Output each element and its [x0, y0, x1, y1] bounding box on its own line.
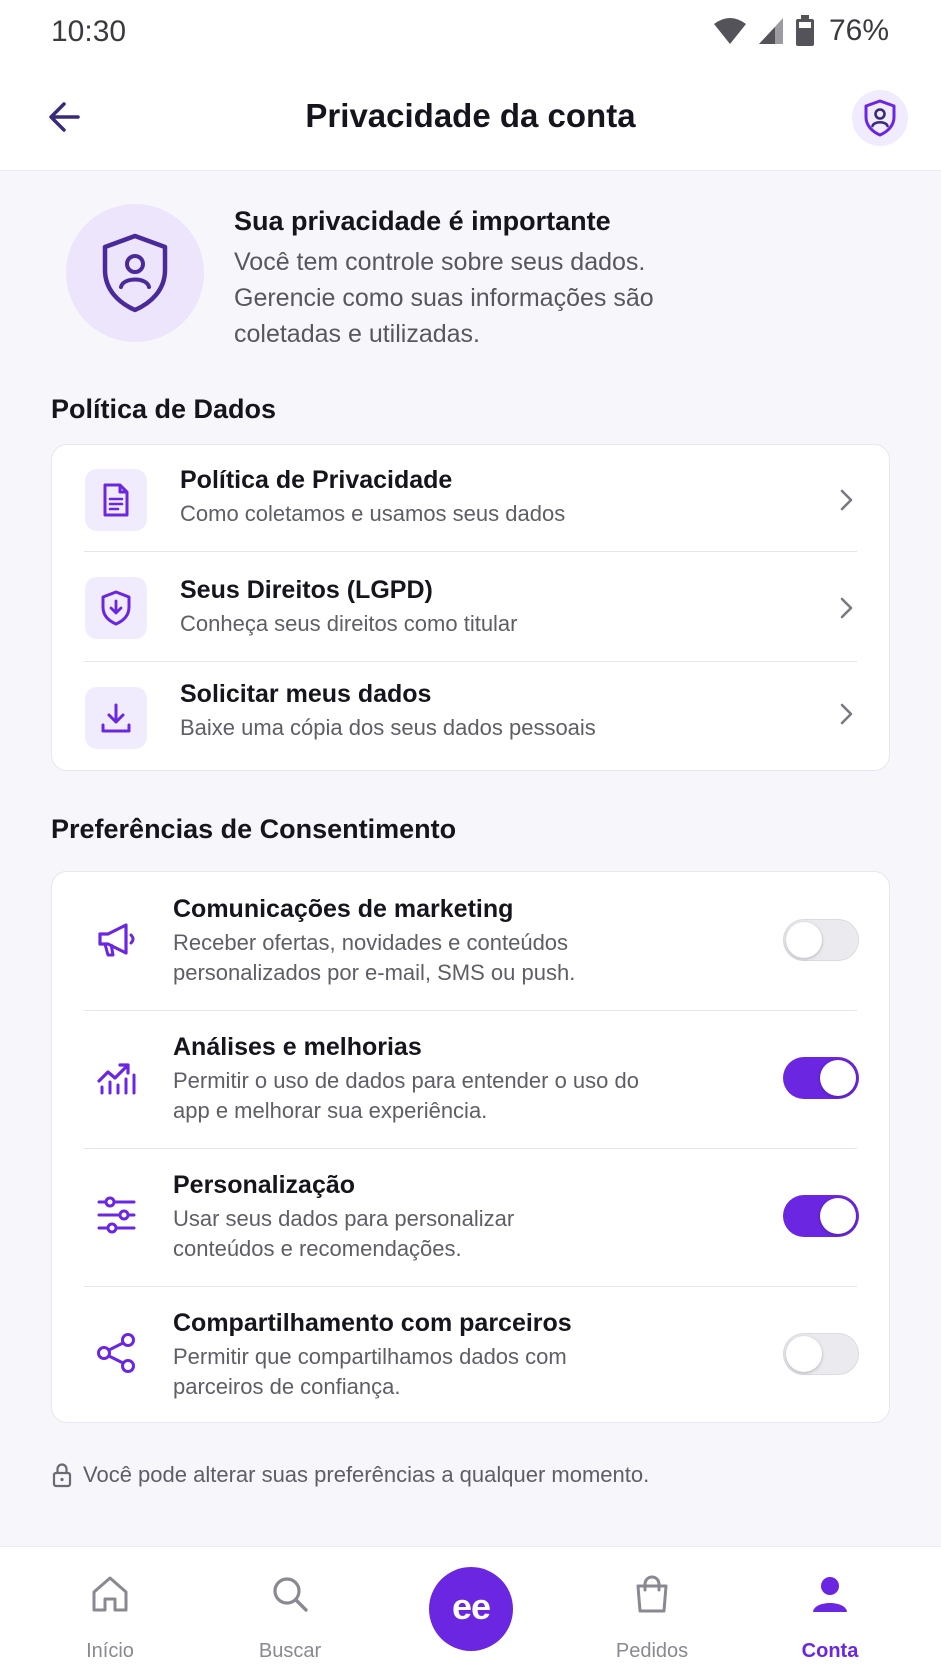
consent-description-line: parceiros de confiança.: [173, 1374, 401, 1399]
consent-item-title: Personalização: [173, 1171, 356, 1199]
policy-icon-box: [85, 687, 147, 749]
signal-icon: [757, 16, 785, 46]
consent-description-line: Permitir que compartilhamos dados com: [173, 1344, 567, 1369]
policy-item-subtitle: Conheça seus direitos como titular: [180, 611, 518, 636]
home-icon: [89, 1573, 131, 1615]
megaphone-icon: [94, 917, 140, 963]
chevron-right-icon: [835, 593, 857, 623]
consent-item-partner-sharing: Compartilhamento com parceiros Permitir …: [52, 1286, 891, 1424]
sliders-icon: [94, 1192, 140, 1238]
footer-note-text: Você pode alterar suas preferências a qu…: [83, 1462, 650, 1487]
consent-description-line: Receber ofertas, novidades e conteúdos: [173, 930, 569, 955]
status-bar: 10:30 76%: [0, 0, 941, 68]
consent-item-title: Análises e melhorias: [173, 1033, 422, 1061]
intro-title: Sua privacidade é importante: [234, 206, 611, 236]
consent-item-marketing: Comunicações de marketing Receber oferta…: [52, 872, 891, 1010]
analytics-toggle[interactable]: [783, 1057, 859, 1099]
policy-card: Política de Privacidade Como coletamos e…: [51, 444, 890, 771]
policy-icon-box: [85, 577, 147, 639]
policy-item-title: Seus Direitos (LGPD): [180, 576, 433, 604]
consent-description-line: personalizados por e-mail, SMS ou push.: [173, 960, 576, 985]
marketing-toggle[interactable]: [783, 919, 859, 961]
consent-item-title: Comunicações de marketing: [173, 895, 514, 923]
consent-description-line: Permitir o uso de dados para entender o …: [173, 1068, 639, 1093]
consent-item-description: Permitir que compartilhamos dados com pa…: [173, 1342, 567, 1402]
nav-item-orders[interactable]: Pedidos: [582, 1547, 722, 1672]
analytics-icon: [94, 1055, 140, 1101]
nav-item-home[interactable]: Início: [40, 1547, 180, 1672]
consent-card: Comunicações de marketing Receber oferta…: [51, 871, 890, 1423]
battery-icon: [795, 15, 815, 47]
partner-sharing-toggle[interactable]: [783, 1333, 859, 1375]
nav-item-account[interactable]: Conta: [760, 1547, 900, 1672]
nav-label: Pedidos: [615, 1640, 689, 1662]
nav-item-search[interactable]: Buscar: [220, 1547, 360, 1672]
intro-line: coletadas e utilizadas.: [234, 320, 480, 348]
nav-label: Início: [86, 1640, 134, 1662]
consent-item-personalization: Personalização Usar seus dados para pers…: [52, 1148, 891, 1286]
app-header: Privacidade da conta: [0, 68, 941, 171]
toggle-knob: [786, 922, 822, 958]
shield-check-icon: [99, 589, 133, 627]
consent-item-description: Receber ofertas, novidades e conteúdos p…: [173, 928, 575, 988]
policy-item-privacy-policy[interactable]: Política de Privacidade Como coletamos e…: [52, 445, 891, 555]
intro-line: Você tem controle sobre seus dados.: [234, 248, 646, 276]
chevron-right-icon: [835, 699, 857, 729]
personalization-toggle[interactable]: [783, 1195, 859, 1237]
privacy-badge: [66, 204, 204, 342]
nav-label: Conta: [801, 1640, 859, 1662]
download-icon: [99, 701, 133, 735]
toggle-knob: [786, 1336, 822, 1372]
battery-percentage: 76%: [828, 14, 889, 47]
document-icon: [100, 482, 132, 518]
search-icon: [269, 1573, 311, 1615]
share-icon: [94, 1330, 140, 1376]
policy-item-rights-lgpd[interactable]: Seus Direitos (LGPD) Conheça seus direit…: [52, 553, 891, 663]
chevron-right-icon: [835, 485, 857, 515]
shield-user-icon: [99, 232, 171, 314]
policy-item-subtitle: Como coletamos e usamos seus dados: [180, 501, 566, 526]
privacy-shield-button[interactable]: [852, 90, 908, 146]
intro-line: Gerencie como suas informações são: [234, 284, 654, 312]
consent-item-title: Compartilhamento com parceiros: [173, 1309, 572, 1337]
brand-logo-text: ee: [451, 1586, 491, 1627]
nav-label: Buscar: [258, 1640, 322, 1662]
wifi-icon: [713, 16, 747, 46]
consent-item-description: Permitir o uso de dados para entender o …: [173, 1066, 639, 1126]
divider: [84, 551, 857, 552]
bottom-nav: Início Buscar ee Pedidos Conta: [0, 1546, 941, 1672]
consent-description-line: app e melhorar sua experiência.: [173, 1098, 488, 1123]
status-time: 10:30: [51, 15, 127, 48]
policy-section-heading: Política de Dados: [51, 394, 277, 424]
toggle-knob: [820, 1198, 856, 1234]
divider: [84, 661, 857, 662]
bag-icon: [631, 1573, 673, 1615]
consent-description-line: Usar seus dados para personalizar: [173, 1206, 515, 1231]
status-icons: 76%: [713, 14, 889, 48]
page-title: Privacidade da conta: [305, 97, 636, 134]
policy-item-subtitle: Baixe uma cópia dos seus dados pessoais: [180, 715, 596, 740]
shield-user-icon: [862, 98, 898, 138]
consent-item-description: Usar seus dados para personalizar conteú…: [173, 1204, 514, 1264]
consent-section-heading: Preferências de Consentimento: [51, 814, 457, 844]
consent-item-analytics: Análises e melhorias Permitir o uso de d…: [52, 1010, 891, 1148]
policy-icon-box: [85, 469, 147, 531]
center-logo-button[interactable]: ee: [429, 1567, 513, 1651]
lock-icon: [51, 1462, 73, 1488]
intro-description: Você tem controle sobre seus dados. Gere…: [234, 244, 714, 352]
user-icon: [809, 1573, 851, 1615]
consent-description-line: conteúdos e recomendações.: [173, 1236, 462, 1261]
toggle-knob: [820, 1060, 856, 1096]
policy-item-request-data[interactable]: Solicitar meus dados Baixe uma cópia dos…: [52, 663, 891, 773]
policy-item-title: Política de Privacidade: [180, 466, 453, 494]
footer-note: Você pode alterar suas preferências a qu…: [51, 1462, 649, 1488]
policy-item-title: Solicitar meus dados: [180, 680, 432, 708]
